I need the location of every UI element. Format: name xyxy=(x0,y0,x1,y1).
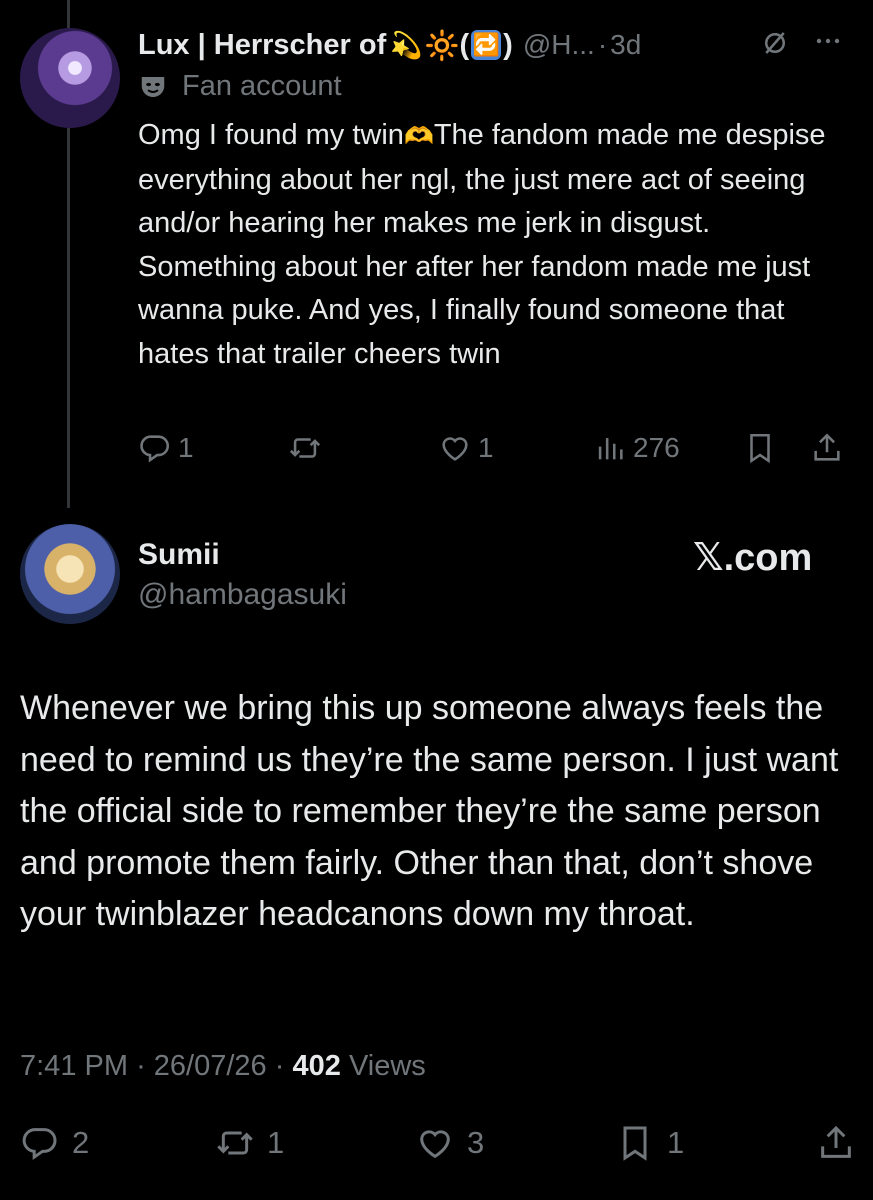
dizzy-emoji: 💫 xyxy=(390,29,423,60)
like-count: 1 xyxy=(478,431,494,463)
main-author-name[interactable]: Sumii xyxy=(138,538,220,572)
reply-icon xyxy=(140,434,170,462)
reply-icon xyxy=(22,1128,57,1161)
bookmark-button[interactable] xyxy=(743,425,777,470)
reply-button[interactable]: 1 xyxy=(138,425,194,470)
main-reply-count: 2 xyxy=(72,1125,90,1160)
main-repost-button[interactable]: 1 xyxy=(215,1117,284,1169)
like-button[interactable]: 1 xyxy=(438,425,494,470)
reply-text-rest: The fandom made me despise everything ab… xyxy=(138,119,826,370)
share-icon xyxy=(821,1125,851,1158)
repost-icon xyxy=(217,1131,253,1155)
heart-icon xyxy=(420,1130,450,1159)
muted-icon xyxy=(760,28,790,66)
fan-account-label: Fan account xyxy=(138,70,342,103)
reply-text-start: Omg I found my twin xyxy=(138,119,404,151)
thread-line-top xyxy=(67,0,70,28)
heart-icon xyxy=(442,436,468,461)
meta-dot: · xyxy=(274,1050,285,1082)
repost-icon xyxy=(289,437,321,458)
fan-account-text: Fan account xyxy=(182,70,342,102)
name-paren-close: ) xyxy=(503,28,513,61)
tweet-time[interactable]: 7:41 PM xyxy=(20,1050,128,1082)
sun-emoji: 🔆 xyxy=(424,29,460,61)
reply-action-bar: 1 1 276 xyxy=(138,425,850,470)
separator-dot: · xyxy=(597,29,608,60)
reply-timestamp[interactable]: 3d xyxy=(610,29,641,61)
main-author-avatar[interactable] xyxy=(20,524,120,624)
main-reply-button[interactable]: 2 xyxy=(20,1117,89,1169)
main-tweet-text: Whenever we bring this up someone always… xyxy=(20,689,839,933)
views-count: 402 xyxy=(292,1050,341,1082)
views-button[interactable]: 276 xyxy=(593,425,680,470)
main-share-button[interactable] xyxy=(816,1117,856,1169)
main-bookmark-button[interactable]: 1 xyxy=(615,1117,684,1169)
main-action-bar: 2 1 3 1 xyxy=(20,1117,860,1169)
tweet-date[interactable]: 26/07/26 xyxy=(154,1050,267,1082)
heart-hands-emoji: 🫶 xyxy=(403,123,434,150)
repeat-emoji: 🔁 xyxy=(471,30,502,60)
bookmark-icon xyxy=(750,433,770,463)
reply-tweet-text: Omg I found my twin🫶The fandom made me d… xyxy=(138,114,838,376)
theater-mask-icon xyxy=(141,76,165,97)
views-label: Views xyxy=(348,1050,426,1082)
meta-dot: · xyxy=(136,1050,146,1082)
views-icon xyxy=(598,437,623,459)
share-icon xyxy=(814,432,840,461)
main-like-count: 3 xyxy=(467,1125,485,1160)
view-count: 276 xyxy=(633,431,680,463)
tweet-meta: 7:41 PM · 26/07/26 · 402 Views xyxy=(20,1050,426,1083)
reply-author-avatar[interactable] xyxy=(20,28,120,128)
reply-tweet-header: Lux | Herrscher of 💫 🔆 ( 🔁 ) @H... · 3d xyxy=(138,26,858,64)
reply-author-handle[interactable]: @H... xyxy=(523,29,595,61)
reply-count: 1 xyxy=(178,431,194,463)
main-repost-count: 1 xyxy=(267,1125,285,1160)
reply-author-name[interactable]: Lux | Herrscher of xyxy=(138,29,386,62)
bookmark-icon xyxy=(623,1126,647,1161)
main-bookmark-count: 1 xyxy=(667,1125,685,1160)
main-author-handle[interactable]: @hambagasuki xyxy=(138,578,347,612)
name-paren-open: ( xyxy=(459,28,470,61)
main-like-button[interactable]: 3 xyxy=(415,1117,484,1169)
thread-line xyxy=(67,128,70,508)
repost-button[interactable] xyxy=(288,425,328,470)
share-button[interactable] xyxy=(810,425,844,470)
more-options-icon[interactable] xyxy=(815,26,841,64)
x-com-watermark: 𝕏.com xyxy=(693,537,813,579)
